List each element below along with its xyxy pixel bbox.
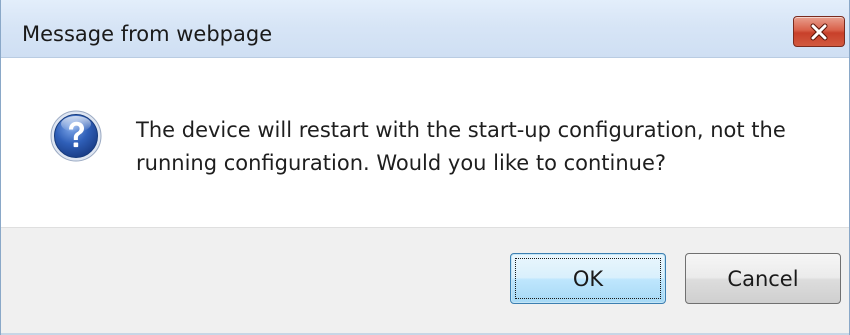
- cancel-button[interactable]: Cancel: [685, 253, 841, 304]
- dialog-footer: OK Cancel: [1, 227, 849, 335]
- dialog-message: The device will restart with the start-u…: [136, 118, 786, 175]
- cancel-button-label: Cancel: [727, 266, 799, 291]
- ok-button-label: OK: [572, 266, 604, 291]
- dialog-content: The device will restart with the start-u…: [1, 58, 849, 226]
- window-title: Message from webpage: [22, 22, 273, 46]
- title-bar[interactable]: Message from webpage: [1, 0, 849, 58]
- close-button[interactable]: [793, 16, 845, 47]
- message-dialog: Message from webpage The device will res…: [0, 0, 850, 335]
- close-icon: [810, 23, 828, 40]
- ok-button[interactable]: OK: [510, 253, 666, 304]
- question-icon: [50, 110, 102, 162]
